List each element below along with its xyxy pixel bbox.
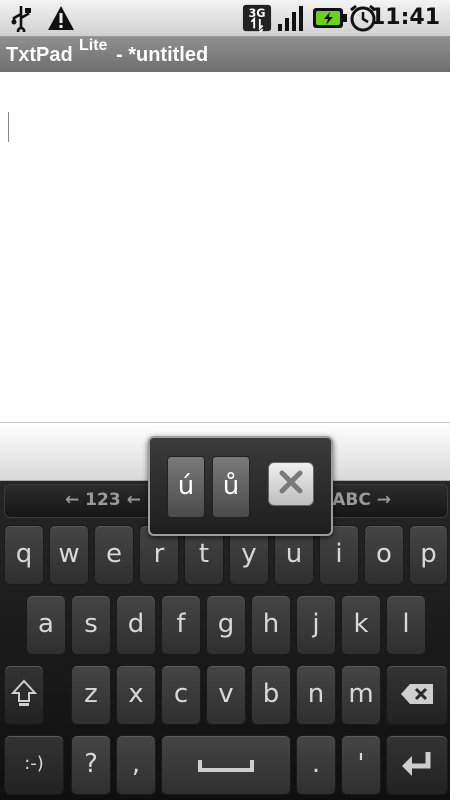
key-h[interactable]: h [251,595,291,655]
text-editor[interactable] [0,72,450,423]
app-edition: Lite [79,37,108,54]
key-c[interactable]: c [161,665,201,725]
space-key[interactable] [161,735,291,795]
key-l[interactable]: l [386,595,426,655]
status-bar: 3G 11:41 [0,0,450,37]
key-comma[interactable]: , [116,735,156,795]
key-m[interactable]: m [341,665,381,725]
signal-icon [276,3,306,33]
key-b[interactable]: b [251,665,291,725]
app-name: TxtPad [6,44,73,66]
key-n[interactable]: n [296,665,336,725]
network-type-label: 3G [248,7,265,20]
key-x[interactable]: x [116,665,156,725]
backspace-icon [399,683,435,713]
key-question[interactable]: ? [71,735,111,795]
key-o[interactable]: o [364,525,404,585]
key-e[interactable]: e [94,525,134,585]
shift-icon [10,679,38,716]
emoticon-key[interactable]: :-) [4,735,64,795]
usb-icon [6,3,36,33]
text-cursor [8,112,9,142]
3g-icon: 3G [242,3,272,33]
key-w[interactable]: w [49,525,89,585]
space-icon [196,753,256,783]
accent-popup: ú ů [148,436,333,536]
key-p[interactable]: p [409,525,448,585]
lang-switch-left[interactable]: ← 123 ← [65,490,141,510]
key-d[interactable]: d [116,595,156,655]
key-v[interactable]: v [206,665,246,725]
popup-close-button[interactable] [268,462,314,506]
status-clock: 11:41 [369,5,440,30]
key-f[interactable]: f [161,595,201,655]
key-z[interactable]: z [71,665,111,725]
key-apostrophe[interactable]: ' [341,735,381,795]
shift-key[interactable] [4,665,44,725]
warning-icon [46,3,76,33]
battery-charging-icon [312,3,348,33]
document-title: - *untitled [116,44,209,66]
key-g[interactable]: g [206,595,246,655]
key-k[interactable]: k [341,595,381,655]
accent-option-u-acute[interactable]: ú [167,456,205,518]
close-icon [278,469,304,499]
lang-switch-right[interactable]: ABC → [332,490,391,510]
key-a[interactable]: a [26,595,66,655]
delete-key[interactable] [386,665,448,725]
enter-icon [400,752,434,785]
key-q[interactable]: q [4,525,44,585]
enter-key[interactable] [386,735,448,795]
key-s[interactable]: s [71,595,111,655]
key-j[interactable]: j [296,595,336,655]
accent-option-u-ring[interactable]: ů [212,456,250,518]
key-period[interactable]: . [296,735,336,795]
title-bar: TxtPad Lite - *untitled [0,37,450,72]
